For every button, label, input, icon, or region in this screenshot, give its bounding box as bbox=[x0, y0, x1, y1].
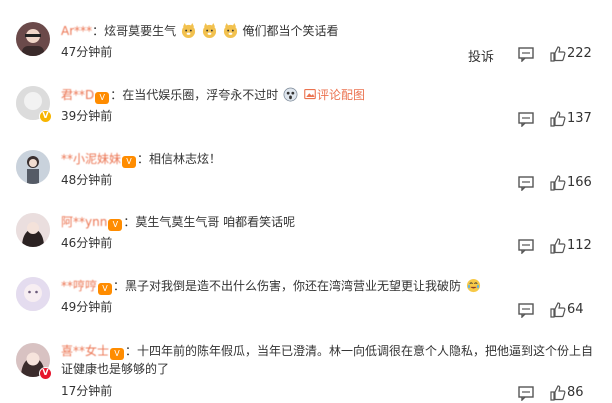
thumbs-up-icon[interactable] bbox=[550, 46, 566, 62]
doge-emoji bbox=[223, 23, 237, 38]
avatar-image bbox=[16, 150, 50, 184]
username[interactable]: 阿**ynn bbox=[61, 215, 107, 229]
avatar[interactable] bbox=[16, 277, 50, 311]
timestamp: 48分钟前 bbox=[61, 173, 113, 187]
comment-text: 在当代娱乐圈，浮夸永不过时 bbox=[122, 88, 279, 102]
verified-badge: V bbox=[39, 110, 52, 123]
vip-badge: V bbox=[110, 348, 125, 360]
timestamp: 17分钟前 bbox=[61, 384, 113, 398]
comment-bubble-icon[interactable] bbox=[518, 112, 534, 127]
doge-emoji bbox=[202, 23, 216, 38]
comment-text: 相信林志炫！ bbox=[149, 152, 222, 166]
comment-actions: 166 bbox=[372, 175, 612, 193]
cry-laugh-emoji bbox=[466, 278, 480, 293]
comment-actions: 投诉 222 bbox=[372, 46, 612, 65]
like-count: 222 bbox=[567, 46, 592, 61]
comment-content: 喜**女士 V ：十四年前的陈年假瓜，当年已澄清。林一向低调很在意个人隐私，把他逼到… bbox=[61, 344, 594, 376]
avatar[interactable] bbox=[16, 150, 50, 184]
vip-badge: V bbox=[98, 283, 113, 295]
avatar-image bbox=[16, 213, 50, 247]
like-count: 137 bbox=[567, 111, 592, 126]
avatar[interactable] bbox=[16, 22, 50, 56]
username[interactable]: **小泥妹妹 bbox=[61, 152, 121, 166]
comment-actions: 112 bbox=[372, 238, 612, 256]
surprise-emoji bbox=[283, 87, 298, 102]
comment-actions: 64 bbox=[372, 302, 612, 320]
thumbs-up-icon[interactable] bbox=[550, 175, 566, 191]
timestamp: 39分钟前 bbox=[61, 109, 113, 123]
comment-text: 炫哥莫要生气 bbox=[104, 24, 177, 38]
comment-text: 黑子对我倒是造不出什么伤害，你还在湾湾营业无望更让我破防 bbox=[125, 279, 462, 293]
comment-bubble-icon[interactable] bbox=[518, 239, 534, 254]
comment-text: 莫生气莫生气哥 咱都看笑话呢 bbox=[135, 215, 296, 229]
comment-bubble-icon[interactable] bbox=[518, 303, 534, 318]
doge-emoji bbox=[181, 23, 196, 38]
like-count: 64 bbox=[567, 302, 584, 317]
avatar-image bbox=[16, 277, 50, 311]
thumbs-up-icon[interactable] bbox=[550, 385, 566, 401]
timestamp: 46分钟前 bbox=[61, 236, 113, 250]
comment-content: 阿**ynn V ：莫生气莫生气哥 咱都看笑话呢 bbox=[61, 215, 296, 231]
image-icon bbox=[304, 88, 316, 100]
comment-content: **哼哼 V ：黑子对我倒是造不出什么伤害，你还在湾湾营业无望更让我破防 bbox=[61, 277, 602, 295]
like-count: 166 bbox=[567, 175, 592, 190]
username[interactable]: **哼哼 bbox=[61, 279, 97, 293]
comment-bubble-icon[interactable] bbox=[518, 47, 534, 62]
comment-content: 君**D V ：在当代娱乐圈，浮夸永不过时 评论配图 bbox=[61, 87, 365, 104]
verified-badge: V bbox=[39, 367, 52, 380]
timestamp: 49分钟前 bbox=[61, 300, 113, 314]
thumbs-up-icon[interactable] bbox=[550, 238, 566, 254]
timestamp: 47分钟前 bbox=[61, 45, 113, 59]
comment-bubble-icon[interactable] bbox=[518, 386, 534, 401]
vip-badge: V bbox=[108, 219, 123, 231]
comment-actions: 86 bbox=[372, 385, 612, 403]
comment-bubble-icon[interactable] bbox=[518, 176, 534, 191]
thumbs-up-icon[interactable] bbox=[550, 302, 566, 318]
username[interactable]: Ar*** bbox=[61, 24, 92, 38]
like-count: 112 bbox=[567, 238, 592, 253]
username[interactable]: 君**D bbox=[61, 88, 94, 102]
comment-text: 俺们都当个笑话看 bbox=[242, 24, 339, 38]
avatar[interactable] bbox=[16, 213, 50, 247]
comment-text: 十四年前的陈年假瓜，当年已澄清。林一向低调很在意个人隐私，把他逼到这个份上自证健… bbox=[61, 344, 594, 376]
comment-content: Ar***：炫哥莫要生气 俺们都当个笑话看 bbox=[61, 23, 339, 38]
comment-image-link[interactable]: 评论配图 bbox=[317, 88, 365, 102]
report-button[interactable]: 投诉 bbox=[468, 46, 494, 65]
comment-actions: 137 bbox=[372, 111, 612, 129]
avatar-image bbox=[16, 22, 50, 56]
vip-badge: V bbox=[122, 156, 137, 168]
vip-badge: V bbox=[95, 92, 110, 104]
thumbs-up-icon[interactable] bbox=[550, 111, 566, 127]
comment-content: **小泥妹妹 V ：相信林志炫！ bbox=[61, 152, 222, 168]
username[interactable]: 喜**女士 bbox=[61, 344, 109, 358]
like-count: 86 bbox=[567, 385, 584, 400]
